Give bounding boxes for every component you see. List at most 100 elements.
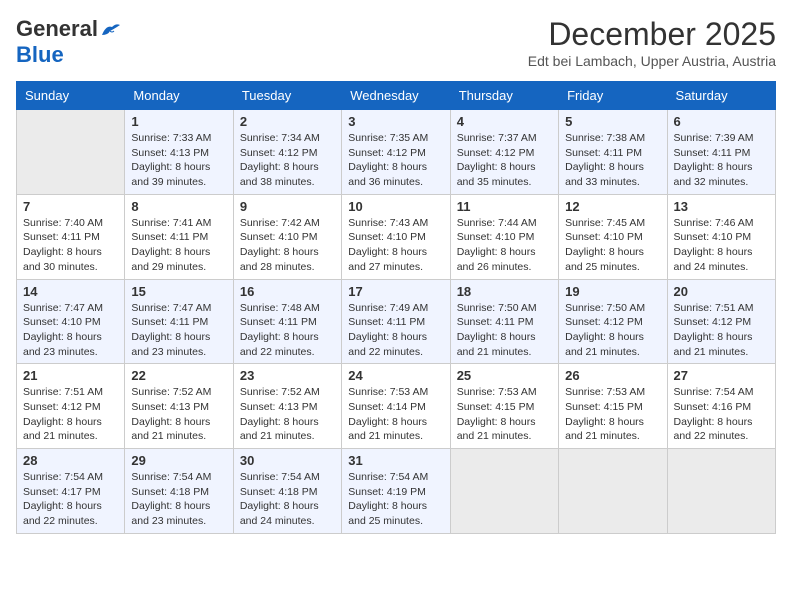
day-info: Sunrise: 7:47 AMSunset: 4:10 PMDaylight:… — [23, 301, 118, 360]
table-row: 2 Sunrise: 7:34 AMSunset: 4:12 PMDaylight… — [233, 110, 341, 195]
day-info: Sunrise: 7:53 AMSunset: 4:14 PMDaylight:… — [348, 385, 443, 444]
day-number: 9 — [240, 199, 335, 214]
day-number: 3 — [348, 114, 443, 129]
day-info: Sunrise: 7:34 AMSunset: 4:12 PMDaylight:… — [240, 131, 335, 190]
table-row — [17, 110, 125, 195]
table-row: 1 Sunrise: 7:33 AMSunset: 4:13 PMDaylight… — [125, 110, 233, 195]
day-info: Sunrise: 7:45 AMSunset: 4:10 PMDaylight:… — [565, 216, 660, 275]
day-info: Sunrise: 7:41 AMSunset: 4:11 PMDaylight:… — [131, 216, 226, 275]
table-row — [559, 449, 667, 534]
table-row: 24 Sunrise: 7:53 AMSunset: 4:14 PMDayligh… — [342, 364, 450, 449]
calendar-week-row: 21 Sunrise: 7:51 AMSunset: 4:12 PMDayligh… — [17, 364, 776, 449]
day-number: 7 — [23, 199, 118, 214]
day-info: Sunrise: 7:35 AMSunset: 4:12 PMDaylight:… — [348, 131, 443, 190]
calendar-week-row: 14 Sunrise: 7:47 AMSunset: 4:10 PMDayligh… — [17, 279, 776, 364]
day-number: 5 — [565, 114, 660, 129]
table-row: 20 Sunrise: 7:51 AMSunset: 4:12 PMDayligh… — [667, 279, 775, 364]
day-info: Sunrise: 7:42 AMSunset: 4:10 PMDaylight:… — [240, 216, 335, 275]
day-info: Sunrise: 7:47 AMSunset: 4:11 PMDaylight:… — [131, 301, 226, 360]
table-row: 16Sunrise: 7:48 AMSunset: 4:11 PMDayligh… — [233, 279, 341, 364]
day-info: Sunrise: 7:51 AMSunset: 4:12 PMDaylight:… — [674, 301, 769, 360]
table-row: 27 Sunrise: 7:54 AMSunset: 4:16 PMDayligh… — [667, 364, 775, 449]
day-number: 19 — [565, 284, 660, 299]
day-number: 11 — [457, 199, 552, 214]
table-row: 4Sunrise: 7:37 AMSunset: 4:12 PMDaylight… — [450, 110, 558, 195]
day-number: 24 — [348, 368, 443, 383]
day-number: 1 — [131, 114, 226, 129]
day-info: Sunrise: 7:52 AMSunset: 4:13 PMDaylight:… — [131, 385, 226, 444]
day-info: Sunrise: 7:43 AMSunset: 4:10 PMDaylight:… — [348, 216, 443, 275]
table-row: 23Sunrise: 7:52 AMSunset: 4:13 PMDayligh… — [233, 364, 341, 449]
location-subtitle: Edt bei Lambach, Upper Austria, Austria — [528, 53, 776, 69]
day-info: Sunrise: 7:54 AMSunset: 4:18 PMDaylight:… — [131, 470, 226, 529]
day-number: 31 — [348, 453, 443, 468]
table-row: 22 Sunrise: 7:52 AMSunset: 4:13 PMDayligh… — [125, 364, 233, 449]
day-number: 14 — [23, 284, 118, 299]
day-number: 22 — [131, 368, 226, 383]
day-number: 15 — [131, 284, 226, 299]
header: General Blue December 2025 Edt bei Lamba… — [16, 16, 776, 69]
day-info: Sunrise: 7:54 AMSunset: 4:18 PMDaylight:… — [240, 470, 335, 529]
day-info: Sunrise: 7:52 AMSunset: 4:13 PMDaylight:… — [240, 385, 335, 444]
title-area: December 2025 Edt bei Lambach, Upper Aus… — [528, 16, 776, 69]
day-info: Sunrise: 7:54 AMSunset: 4:17 PMDaylight:… — [23, 470, 118, 529]
table-row: 21 Sunrise: 7:51 AMSunset: 4:12 PMDayligh… — [17, 364, 125, 449]
col-friday: Friday — [559, 82, 667, 110]
day-info: Sunrise: 7:46 AMSunset: 4:10 PMDaylight:… — [674, 216, 769, 275]
logo-general: General — [16, 16, 98, 42]
day-number: 2 — [240, 114, 335, 129]
day-number: 6 — [674, 114, 769, 129]
day-number: 10 — [348, 199, 443, 214]
table-row: 10 Sunrise: 7:43 AMSunset: 4:10 PMDayligh… — [342, 194, 450, 279]
table-row: 6Sunrise: 7:39 AMSunset: 4:11 PMDaylight… — [667, 110, 775, 195]
table-row: 7 Sunrise: 7:40 AMSunset: 4:11 PMDaylight… — [17, 194, 125, 279]
table-row: 25 Sunrise: 7:53 AMSunset: 4:15 PMDayligh… — [450, 364, 558, 449]
day-number: 20 — [674, 284, 769, 299]
day-number: 21 — [23, 368, 118, 383]
logo-bird-icon — [100, 21, 122, 39]
day-info: Sunrise: 7:33 AMSunset: 4:13 PMDaylight:… — [131, 131, 226, 190]
table-row: 19 Sunrise: 7:50 AMSunset: 4:12 PMDayligh… — [559, 279, 667, 364]
table-row: 11 Sunrise: 7:44 AMSunset: 4:10 PMDayligh… — [450, 194, 558, 279]
day-info: Sunrise: 7:37 AMSunset: 4:12 PMDaylight:… — [457, 131, 552, 190]
day-info: Sunrise: 7:53 AMSunset: 4:15 PMDaylight:… — [565, 385, 660, 444]
table-row: 14 Sunrise: 7:47 AMSunset: 4:10 PMDayligh… — [17, 279, 125, 364]
day-info: Sunrise: 7:54 AMSunset: 4:19 PMDaylight:… — [348, 470, 443, 529]
day-info: Sunrise: 7:50 AMSunset: 4:12 PMDaylight:… — [565, 301, 660, 360]
day-info: Sunrise: 7:51 AMSunset: 4:12 PMDaylight:… — [23, 385, 118, 444]
calendar-header-row: Sunday Monday Tuesday Wednesday Thursday… — [17, 82, 776, 110]
day-number: 17 — [348, 284, 443, 299]
day-info: Sunrise: 7:54 AMSunset: 4:16 PMDaylight:… — [674, 385, 769, 444]
day-info: Sunrise: 7:50 AMSunset: 4:11 PMDaylight:… — [457, 301, 552, 360]
day-info: Sunrise: 7:44 AMSunset: 4:10 PMDaylight:… — [457, 216, 552, 275]
logo-blue: Blue — [16, 42, 64, 67]
table-row: 8Sunrise: 7:41 AMSunset: 4:11 PMDaylight… — [125, 194, 233, 279]
table-row: 9 Sunrise: 7:42 AMSunset: 4:10 PMDaylight… — [233, 194, 341, 279]
day-number: 30 — [240, 453, 335, 468]
logo: General Blue — [16, 16, 122, 68]
table-row: 18 Sunrise: 7:50 AMSunset: 4:11 PMDayligh… — [450, 279, 558, 364]
day-number: 27 — [674, 368, 769, 383]
table-row: 31 Sunrise: 7:54 AMSunset: 4:19 PMDayligh… — [342, 449, 450, 534]
table-row: 5 Sunrise: 7:38 AMSunset: 4:11 PMDaylight… — [559, 110, 667, 195]
col-monday: Monday — [125, 82, 233, 110]
table-row: 28 Sunrise: 7:54 AMSunset: 4:17 PMDayligh… — [17, 449, 125, 534]
table-row: 17 Sunrise: 7:49 AMSunset: 4:11 PMDayligh… — [342, 279, 450, 364]
day-number: 18 — [457, 284, 552, 299]
day-number: 16 — [240, 284, 335, 299]
day-info: Sunrise: 7:53 AMSunset: 4:15 PMDaylight:… — [457, 385, 552, 444]
day-number: 12 — [565, 199, 660, 214]
table-row: 12 Sunrise: 7:45 AMSunset: 4:10 PMDayligh… — [559, 194, 667, 279]
month-title: December 2025 — [528, 16, 776, 53]
day-number: 28 — [23, 453, 118, 468]
day-number: 25 — [457, 368, 552, 383]
calendar-table: Sunday Monday Tuesday Wednesday Thursday… — [16, 81, 776, 534]
table-row: 30 Sunrise: 7:54 AMSunset: 4:18 PMDayligh… — [233, 449, 341, 534]
day-info: Sunrise: 7:38 AMSunset: 4:11 PMDaylight:… — [565, 131, 660, 190]
table-row: 13 Sunrise: 7:46 AMSunset: 4:10 PMDayligh… — [667, 194, 775, 279]
day-info: Sunrise: 7:49 AMSunset: 4:11 PMDaylight:… — [348, 301, 443, 360]
day-number: 29 — [131, 453, 226, 468]
col-thursday: Thursday — [450, 82, 558, 110]
day-info: Sunrise: 7:40 AMSunset: 4:11 PMDaylight:… — [23, 216, 118, 275]
day-number: 13 — [674, 199, 769, 214]
